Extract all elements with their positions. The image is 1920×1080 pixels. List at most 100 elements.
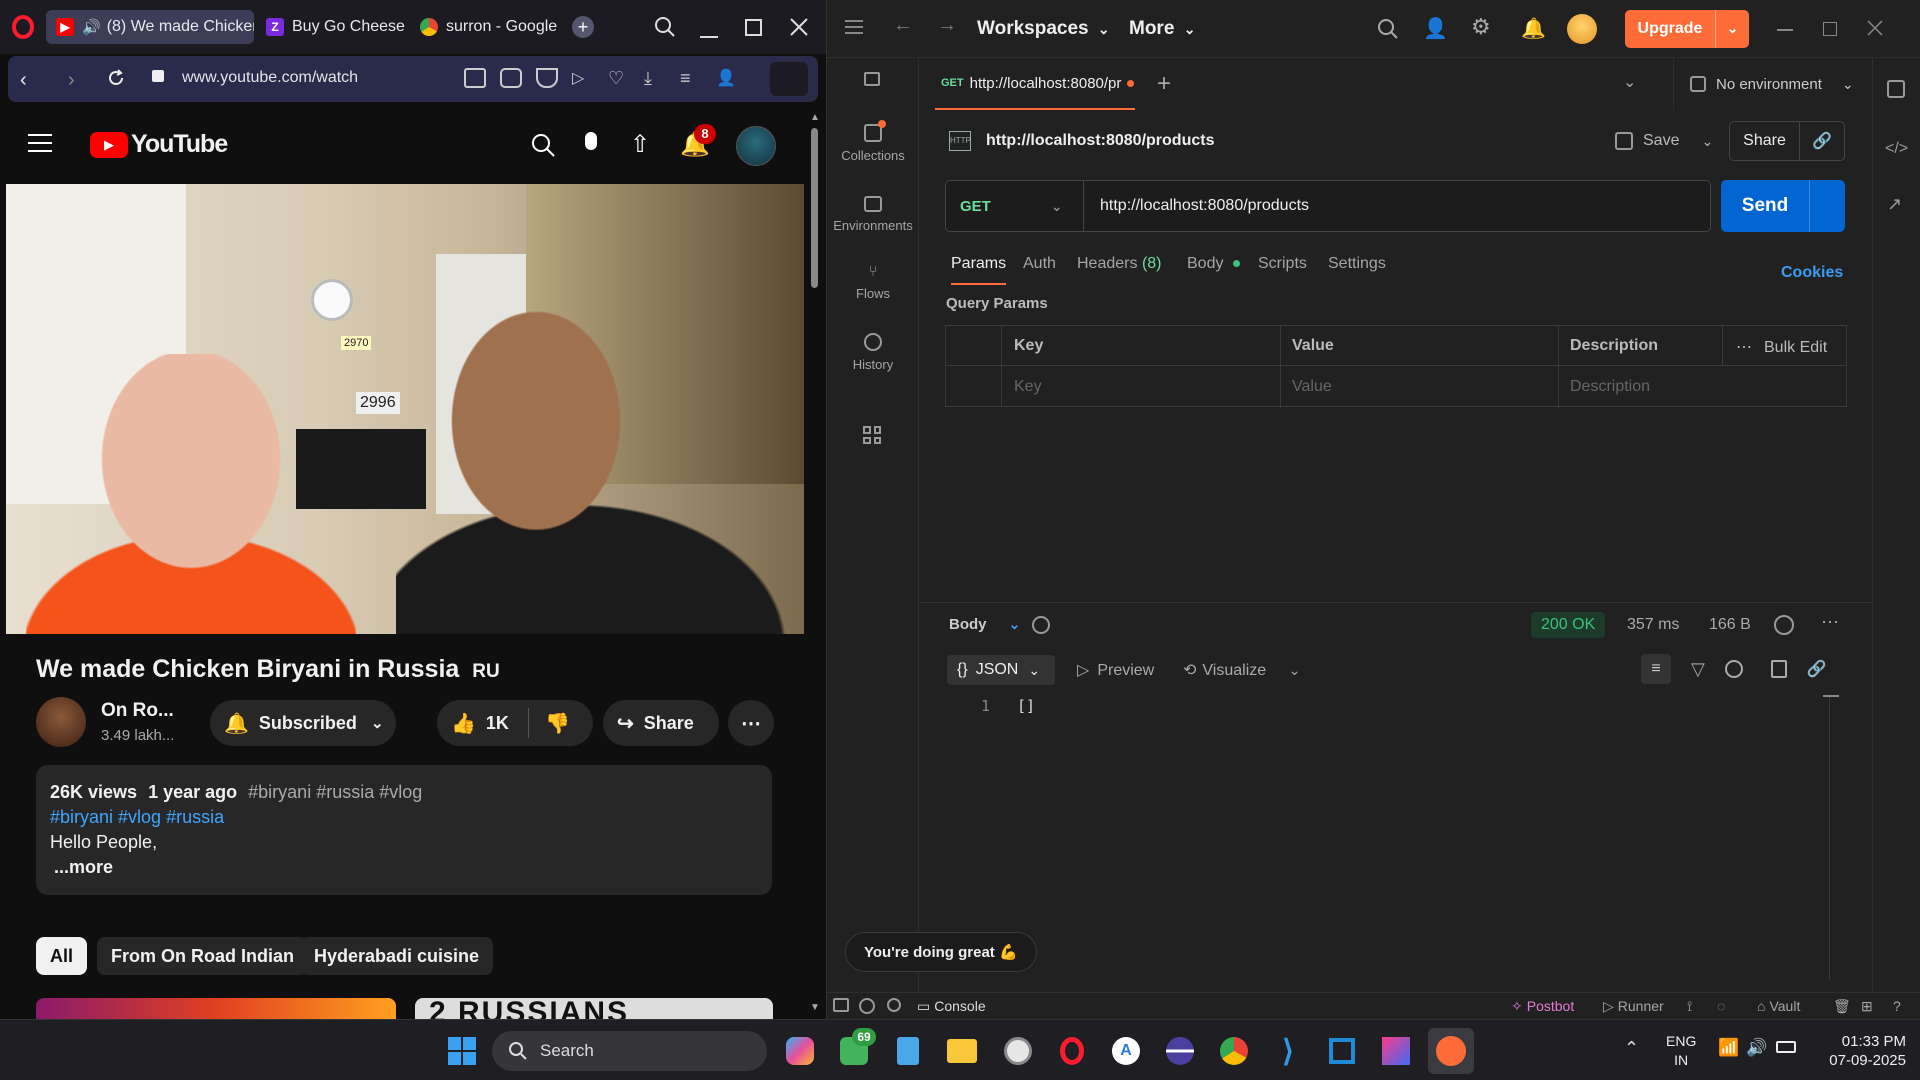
trash-icon[interactable]: 🗑 bbox=[1833, 998, 1851, 1015]
minimize-icon[interactable] bbox=[1777, 29, 1793, 31]
app-store-icon[interactable]: A bbox=[1106, 1031, 1146, 1071]
minimize-icon[interactable] bbox=[700, 36, 718, 38]
send-icon[interactable]: ▷ bbox=[572, 68, 594, 88]
environment-selector[interactable]: No environment ⌄ bbox=[1673, 58, 1873, 110]
chip-cuisine[interactable]: Hyderabadi cuisine bbox=[300, 937, 494, 975]
avatar[interactable] bbox=[736, 126, 776, 166]
code-icon[interactable]: </> bbox=[1885, 140, 1908, 158]
recommended-thumbnail-2[interactable]: 2 RUSSIANS bbox=[415, 998, 773, 1019]
postman-taskbar-icon[interactable] bbox=[1428, 1028, 1474, 1074]
invite-user-icon[interactable]: 👤 bbox=[1423, 16, 1448, 41]
format-select[interactable]: {} JSON ⌄ bbox=[947, 655, 1055, 685]
lock-icon[interactable] bbox=[864, 72, 880, 86]
recommended-thumbnail-1[interactable] bbox=[36, 998, 396, 1019]
wifi-icon[interactable]: 📶 bbox=[1718, 1038, 1739, 1058]
microphone-icon[interactable] bbox=[585, 132, 597, 150]
upgrade-button[interactable]: Upgrade ⌄ bbox=[1625, 10, 1749, 48]
search-icon[interactable] bbox=[530, 132, 556, 158]
vault-button[interactable]: ⌂ Vault bbox=[1757, 998, 1800, 1014]
more-actions-button[interactable]: ⋯ bbox=[728, 700, 774, 746]
subscribed-button[interactable]: 🔔 Subscribed ⌄ bbox=[210, 700, 396, 746]
response-more-icon[interactable]: ⋯ bbox=[1821, 612, 1839, 633]
show-more-link[interactable]: ...more bbox=[54, 857, 113, 878]
scroll-down-icon[interactable]: ▼ bbox=[810, 1002, 820, 1013]
postbot-button[interactable]: ✧ Postbot bbox=[1511, 998, 1574, 1015]
share-button[interactable]: Share 🔗 bbox=[1729, 121, 1845, 161]
bulk-edit-button[interactable]: ⋯ Bulk Edit bbox=[1736, 337, 1827, 357]
tab-params[interactable]: Params bbox=[951, 255, 1007, 285]
nav-back-icon[interactable]: ← bbox=[893, 14, 913, 37]
chrome-icon[interactable] bbox=[1214, 1031, 1254, 1071]
profile-icon[interactable]: 👤 bbox=[716, 68, 738, 88]
copilot-icon[interactable] bbox=[780, 1031, 820, 1071]
vscode-icon[interactable]: ⟩ bbox=[1268, 1031, 1308, 1071]
sidebar-item-collections[interactable]: Collections bbox=[827, 120, 919, 163]
clock-app-icon[interactable] bbox=[998, 1031, 1038, 1071]
forward-icon[interactable]: › bbox=[68, 69, 75, 92]
save-button[interactable]: Save ⌄ bbox=[1615, 124, 1713, 158]
filter-icon[interactable]: ▽ bbox=[1691, 659, 1705, 680]
tab-youtube[interactable]: ▶ 🔊 (8) We made Chicken bbox=[46, 10, 254, 44]
tab-scripts[interactable]: Scripts bbox=[1258, 255, 1307, 273]
maximize-icon[interactable] bbox=[745, 19, 762, 36]
hashtag-links[interactable]: #biryani #vlog #russia bbox=[50, 807, 224, 828]
search-icon[interactable] bbox=[1724, 660, 1743, 678]
speaker-icon[interactable]: 🔊 bbox=[82, 18, 101, 36]
capture-icon[interactable]: ⟟ bbox=[1687, 998, 1692, 1015]
maximize-icon[interactable] bbox=[1823, 22, 1837, 36]
description-box[interactable]: 26K views 1 year ago #biryani #russia #v… bbox=[36, 765, 772, 895]
extension-box-icon[interactable] bbox=[770, 62, 808, 96]
start-button[interactable] bbox=[442, 1031, 482, 1071]
user-avatar[interactable] bbox=[1567, 14, 1597, 44]
channel-name[interactable]: On Ro... bbox=[101, 700, 174, 722]
opera-logo-icon[interactable] bbox=[12, 15, 34, 39]
close-window-icon[interactable] bbox=[1867, 20, 1883, 36]
toggle-sidebar-icon[interactable] bbox=[833, 998, 849, 1012]
back-icon[interactable]: ‹ bbox=[20, 69, 27, 92]
volume-icon[interactable]: 🔊 bbox=[1746, 1038, 1767, 1058]
page-scrollbar[interactable]: ▲ ▼ bbox=[808, 110, 822, 1019]
notepad-icon[interactable] bbox=[888, 1031, 928, 1071]
upload-icon[interactable]: ⇧ bbox=[630, 130, 650, 159]
visualize-button[interactable]: ⟲ Visualize ⌄ bbox=[1183, 660, 1300, 680]
new-tab-button[interactable]: + bbox=[1157, 70, 1171, 98]
preview-button[interactable]: ▷ Preview bbox=[1077, 660, 1154, 680]
share-button[interactable]: ↪ Share bbox=[603, 700, 719, 746]
tab-cheese[interactable]: Z Buy Go Cheese Sl bbox=[256, 10, 408, 44]
battery-icon[interactable] bbox=[1776, 1041, 1796, 1053]
sidebar-item-history[interactable]: History bbox=[827, 333, 919, 372]
method-select[interactable]: GET ⌄ bbox=[946, 181, 1084, 231]
chip-channel[interactable]: From On Road Indian bbox=[97, 937, 308, 975]
language-indicator[interactable]: ENG IN bbox=[1666, 1032, 1696, 1070]
response-status[interactable]: 200 OK bbox=[1531, 612, 1606, 638]
documentation-icon[interactable] bbox=[1887, 80, 1905, 98]
workspaces-menu[interactable]: Workspaces ⌄ bbox=[977, 18, 1110, 40]
description-input[interactable]: Description bbox=[1570, 378, 1650, 396]
app-menu-icon[interactable] bbox=[845, 20, 863, 34]
video-player[interactable]: 2970 2996 bbox=[6, 184, 804, 634]
request-title[interactable]: http://localhost:8080/products bbox=[986, 132, 1214, 150]
key-input[interactable]: Key bbox=[1014, 378, 1042, 396]
response-scrollbar[interactable] bbox=[1829, 695, 1830, 980]
more-menu[interactable]: More ⌄ bbox=[1129, 18, 1195, 40]
response-json[interactable]: [] bbox=[1017, 697, 1035, 715]
request-tab[interactable]: GET http://localhost:8080/pr bbox=[935, 58, 1135, 110]
chevron-down-icon[interactable]: ⌄ bbox=[1715, 10, 1749, 48]
show-hidden-icons[interactable]: ⌃ bbox=[1624, 1038, 1639, 1059]
notifications-icon[interactable]: 🔔 bbox=[1521, 16, 1546, 41]
response-scrollbar-thumb[interactable] bbox=[1823, 695, 1839, 697]
sidebar-item-environments[interactable]: Environments bbox=[827, 196, 919, 233]
scrollbar-thumb[interactable] bbox=[811, 128, 818, 288]
related-requests-icon[interactable]: ↗ bbox=[1887, 194, 1902, 215]
heart-icon[interactable]: ♡ bbox=[608, 68, 630, 88]
tab-body[interactable]: Body bbox=[1187, 255, 1240, 273]
response-size[interactable]: 166 B bbox=[1709, 616, 1751, 634]
send-button[interactable]: Send bbox=[1721, 180, 1845, 232]
find-icon[interactable] bbox=[887, 998, 901, 1012]
taskbar-search[interactable]: Search bbox=[492, 1031, 767, 1071]
tab-list-chevron-icon[interactable]: ⌄ bbox=[1623, 72, 1636, 92]
tab-settings[interactable]: Settings bbox=[1328, 255, 1386, 273]
dislike-button[interactable]: 👎 bbox=[529, 711, 570, 736]
cookies-link[interactable]: Cookies bbox=[1781, 264, 1843, 282]
chevron-down-icon[interactable] bbox=[1809, 180, 1845, 232]
